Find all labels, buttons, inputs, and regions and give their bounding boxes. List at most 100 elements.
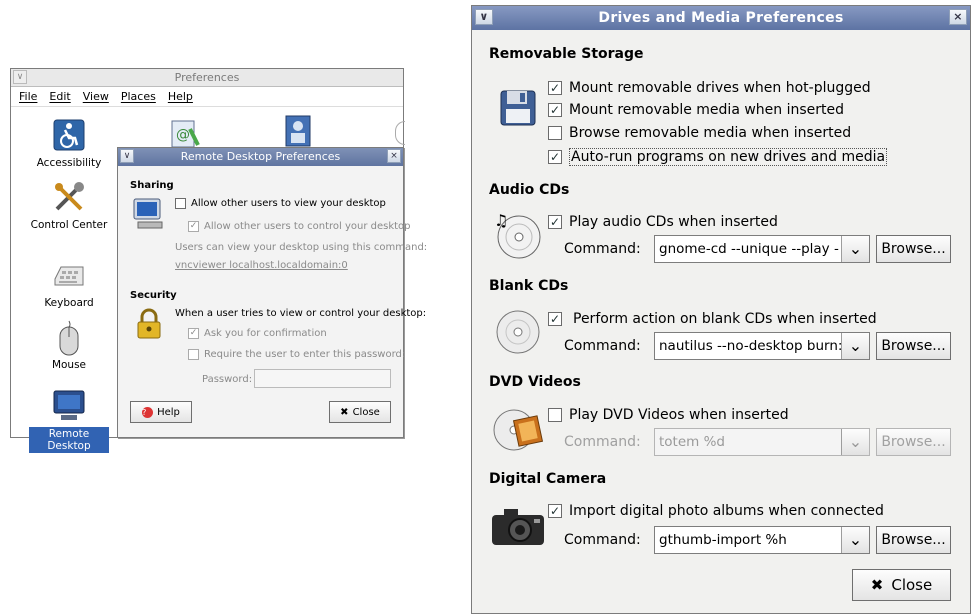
mount-media-row[interactable]: Mount removable media when inserted	[548, 102, 844, 118]
ask-confirm-checkbox[interactable]	[188, 328, 199, 339]
drives-close-button[interactable]: ✖ Close	[852, 569, 951, 601]
security-intro: When a user tries to view or control you…	[175, 308, 427, 319]
blank-action-row[interactable]: Perform action on blank CDs when inserte…	[548, 311, 877, 327]
allow-view-checkbox[interactable]	[175, 198, 186, 209]
play-dvd-checkbox[interactable]	[548, 408, 562, 422]
preferences-title: Preferences	[174, 71, 240, 84]
dvd-videos-heading: DVD Videos	[489, 374, 581, 390]
menu-help[interactable]: Help	[168, 90, 193, 103]
remote-desktop-dialog: ∨ Remote Desktop Preferences × Sharing A…	[117, 147, 427, 438]
autorun-checkbox[interactable]	[548, 150, 562, 164]
drives-titlebar: ∨ Drives and Media Preferences ×	[472, 6, 970, 30]
chevron-down-icon[interactable]: ⌄	[841, 236, 869, 262]
require-password-label: Require the user to enter this password:	[204, 349, 406, 360]
menu-view[interactable]: View	[83, 90, 109, 103]
svg-text:♫: ♫	[494, 211, 508, 230]
chevron-down-icon[interactable]: ⌄	[841, 333, 869, 359]
audio-command-label: Command:	[564, 241, 641, 257]
audio-command-value[interactable]: gnome-cd --unique --play -	[655, 236, 841, 262]
window-menu-icon[interactable]: ∨	[13, 70, 27, 84]
partial-icon-2	[283, 113, 313, 149]
drives-title: Drives and Media Preferences	[598, 10, 844, 26]
autorun-row[interactable]: Auto-run programs on new drives and medi…	[548, 148, 888, 166]
require-password-checkbox-row[interactable]: Require the user to enter this password:	[188, 349, 405, 360]
help-button[interactable]: ? Help	[130, 401, 192, 423]
blank-browse-button[interactable]: Browse...	[876, 332, 951, 360]
require-password-checkbox[interactable]	[188, 349, 199, 360]
computer-icon	[130, 196, 166, 232]
play-audio-row[interactable]: Play audio CDs when inserted	[548, 214, 778, 230]
mouse-icon	[51, 319, 87, 356]
view-hint-text: Users can view your desktop using this c…	[175, 242, 428, 253]
drives-media-window: ∨ Drives and Media Preferences × Removab…	[471, 5, 971, 614]
import-photos-row[interactable]: Import digital photo albums when connect…	[548, 503, 884, 519]
allow-view-label: Allow other users to view your desktop	[191, 198, 386, 209]
play-audio-label: Play audio CDs when inserted	[569, 214, 778, 230]
mount-drives-row[interactable]: Mount removable drives when hot-plugged	[548, 80, 871, 96]
blank-action-checkbox[interactable]	[548, 312, 562, 326]
accessibility-icon	[51, 117, 87, 153]
dvd-command-label: Command:	[564, 434, 641, 450]
chevron-down-icon[interactable]: ⌄	[841, 429, 869, 455]
pref-item-label: Accessibility	[36, 157, 102, 169]
dvd-browse-button[interactable]: Browse...	[876, 428, 951, 456]
pref-item-remote-desktop[interactable]: Remote Desktop	[29, 387, 109, 453]
close-icon[interactable]: ×	[949, 9, 967, 25]
browse-media-checkbox[interactable]	[548, 126, 562, 140]
pref-item-label: Control Center	[30, 219, 108, 231]
dvd-command-combo[interactable]: totem %d ⌄	[654, 428, 870, 456]
allow-view-checkbox-row[interactable]: Allow other users to view your desktop	[175, 198, 386, 209]
pref-item-label: Remote Desktop	[29, 427, 109, 453]
blank-command-label: Command:	[564, 338, 641, 354]
mount-media-checkbox[interactable]	[548, 103, 562, 117]
camera-command-value[interactable]: gthumb-import %h	[655, 527, 841, 553]
import-photos-label: Import digital photo albums when connect…	[569, 503, 884, 519]
pref-item-keyboard[interactable]: Keyboard	[29, 257, 109, 309]
keyboard-icon	[51, 257, 87, 293]
menu-file[interactable]: File	[19, 90, 37, 103]
play-audio-checkbox[interactable]	[548, 215, 562, 229]
camera-icon	[490, 506, 546, 548]
allow-control-checkbox[interactable]	[188, 221, 199, 232]
mount-media-label: Mount removable media when inserted	[569, 102, 845, 118]
blank-command-value[interactable]: nautilus --no-desktop burn:	[655, 333, 841, 359]
browse-media-row[interactable]: Browse removable media when inserted	[548, 125, 851, 141]
camera-command-combo[interactable]: gthumb-import %h ⌄	[654, 526, 870, 554]
import-photos-checkbox[interactable]	[548, 504, 562, 518]
play-dvd-row[interactable]: Play DVD Videos when inserted	[548, 407, 789, 423]
preferences-titlebar: ∨ Preferences	[11, 69, 403, 87]
menu-places[interactable]: Places	[121, 90, 156, 103]
blank-command-combo[interactable]: nautilus --no-desktop burn: ⌄	[654, 332, 870, 360]
mount-drives-label: Mount removable drives when hot-plugged	[569, 80, 871, 96]
security-heading: Security	[130, 290, 177, 301]
dvd-command-value[interactable]: totem %d	[655, 429, 841, 455]
digital-camera-heading: Digital Camera	[489, 471, 607, 487]
allow-control-checkbox-row[interactable]: Allow other users to control your deskto…	[188, 221, 411, 232]
audio-command-combo[interactable]: gnome-cd --unique --play - ⌄	[654, 235, 870, 263]
window-menu-icon[interactable]: ∨	[120, 149, 134, 163]
browse-media-label: Browse removable media when inserted	[569, 125, 852, 141]
chevron-down-icon[interactable]: ⌄	[841, 527, 869, 553]
view-command-link[interactable]: vncviewer localhost.localdomain:0	[175, 260, 348, 271]
pref-item-mouse[interactable]: Mouse	[29, 319, 109, 371]
close-x-icon: ✖	[340, 406, 349, 418]
pref-item-accessibility[interactable]: Accessibility	[29, 117, 109, 169]
blank-action-label: Perform action on blank CDs when inserte…	[573, 311, 877, 327]
pref-item-label: Keyboard	[44, 297, 94, 309]
window-menu-icon[interactable]: ∨	[475, 9, 493, 25]
pref-item-label: Mouse	[51, 359, 87, 371]
removable-storage-heading: Removable Storage	[489, 46, 644, 62]
remote-desktop-title: Remote Desktop Preferences	[180, 150, 341, 163]
close-button[interactable]: ✖ Close	[329, 401, 391, 423]
mount-drives-checkbox[interactable]	[548, 81, 562, 95]
audio-browse-button[interactable]: Browse...	[876, 235, 951, 263]
lock-icon	[136, 308, 162, 340]
close-icon[interactable]: ×	[387, 149, 401, 163]
camera-browse-button[interactable]: Browse...	[876, 526, 951, 554]
pref-item-control-center[interactable]: Control Center	[29, 179, 109, 231]
ask-confirm-checkbox-row[interactable]: Ask you for confirmation	[188, 328, 327, 339]
password-field[interactable]	[254, 369, 391, 388]
play-dvd-label: Play DVD Videos when inserted	[569, 407, 789, 423]
audio-cds-heading: Audio CDs	[489, 182, 570, 198]
menu-edit[interactable]: Edit	[49, 90, 70, 103]
